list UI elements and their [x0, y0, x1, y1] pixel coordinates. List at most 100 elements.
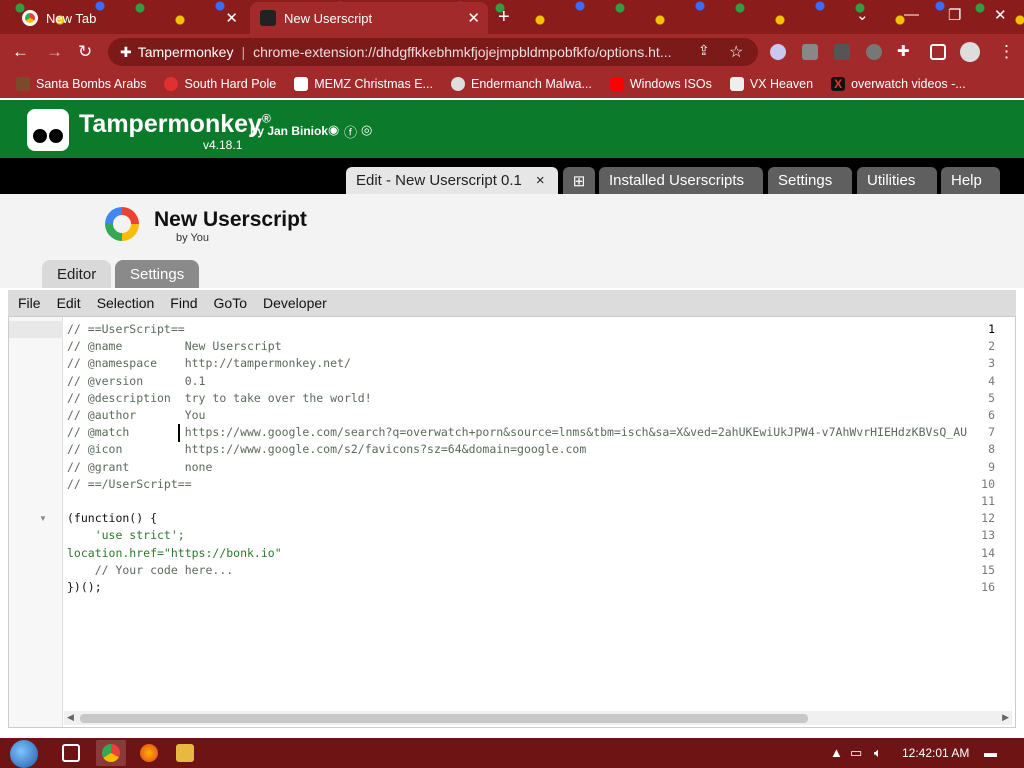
- menu-edit[interactable]: Edit: [57, 295, 81, 311]
- tab-label: New Userscript: [284, 10, 373, 26]
- tampermonkey-extension-icon[interactable]: [834, 44, 850, 60]
- kebab-menu-icon[interactable]: ⋮: [998, 42, 1015, 62]
- extension-name: Tampermonkey: [137, 44, 234, 60]
- menu-file[interactable]: File: [18, 295, 41, 311]
- tampermonkey-icon: [260, 10, 276, 26]
- ublock-icon[interactable]: [866, 44, 882, 60]
- line-number: 2: [988, 339, 995, 354]
- close-icon[interactable]: ✕: [467, 9, 480, 27]
- code-line: // @namespace http://tampermonkey.net/: [67, 356, 351, 371]
- window-close-icon[interactable]: ✕: [994, 6, 1007, 24]
- tampermonkey-logo-icon: [27, 109, 69, 151]
- code-line: })();: [67, 580, 102, 594]
- line-number: 10: [981, 476, 995, 491]
- extension-icon[interactable]: [770, 44, 786, 60]
- tab-settings[interactable]: Settings: [768, 167, 852, 194]
- clock[interactable]: 12:42:01 AM: [902, 746, 969, 760]
- firefox-icon[interactable]: [140, 744, 158, 762]
- browser-toolbar: ← → ↻ ✚ Tampermonkey | chrome-extension:…: [0, 34, 1024, 70]
- code-line: // @author You: [67, 408, 206, 422]
- code-line: // ==/UserScript==: [67, 476, 192, 491]
- bookmark-favicon-icon: [16, 77, 30, 91]
- tampermonkey-nav: Edit - New Userscript 0.1 × ⊞ Installed …: [0, 158, 1024, 194]
- tray-chevron-icon[interactable]: ▲: [830, 745, 843, 760]
- instagram-icon[interactable]: ◎: [361, 122, 372, 138]
- tab-help[interactable]: Help: [941, 167, 1000, 194]
- bookmark-favicon-icon: [729, 77, 744, 91]
- bookmark-favicon-icon: [164, 77, 179, 91]
- tab-edit-userscript[interactable]: Edit - New Userscript 0.1 ×: [346, 167, 558, 194]
- tampermonkey-header: Tampermonkey® by Jan Biniok v4.18.1 ◉ ⓕ …: [0, 100, 1024, 158]
- menu-selection[interactable]: Selection: [97, 295, 155, 311]
- bookmark-label: overwatch videos -...: [851, 77, 966, 91]
- tab-search-chevron-icon[interactable]: ⌄: [856, 6, 869, 24]
- volume-icon[interactable]: 🔈︎: [874, 745, 882, 761]
- profile-avatar[interactable]: [960, 42, 980, 62]
- task-view-icon[interactable]: [62, 744, 80, 762]
- bookmark-item[interactable]: Windows ISOs: [609, 77, 712, 91]
- new-script-button[interactable]: ⊞: [563, 167, 595, 194]
- app-title: Tampermonkey®: [79, 110, 271, 138]
- active-line-highlight: [9, 321, 63, 338]
- horizontal-scrollbar[interactable]: ◀ ▶: [64, 711, 1012, 725]
- bookmark-item[interactable]: X overwatch videos -...: [831, 77, 966, 91]
- windows-taskbar: ▲ ▭ 🔈︎ 12:42:01 AM ▬: [0, 738, 1024, 768]
- restore-icon[interactable]: ❐: [948, 6, 961, 24]
- address-bar[interactable]: ✚ Tampermonkey | chrome-extension://dhdg…: [108, 38, 758, 66]
- bookmark-favicon-icon: [294, 77, 309, 91]
- tab-utilities[interactable]: Utilities: [857, 167, 937, 194]
- close-icon[interactable]: ✕: [225, 9, 238, 27]
- forward-icon[interactable]: →: [46, 42, 63, 62]
- bookmark-item[interactable]: South Hard Pole: [164, 77, 276, 91]
- bookmark-item[interactable]: Santa Bombs Arabs: [16, 77, 146, 91]
- bookmarks-bar: Santa Bombs Arabs South Hard Pole MEMZ C…: [0, 70, 1024, 98]
- tab-label: New Tab: [46, 10, 97, 26]
- subtab-settings[interactable]: Settings: [115, 260, 200, 288]
- scroll-left-icon[interactable]: ◀: [67, 712, 74, 723]
- line-number: 5: [988, 390, 995, 405]
- tab-new-tab[interactable]: New Tab ✕: [12, 2, 246, 34]
- bookmark-label: Santa Bombs Arabs: [36, 77, 147, 91]
- new-tab-plus-icon[interactable]: +: [498, 6, 510, 29]
- chrome-icon: [22, 10, 38, 26]
- extension-icon[interactable]: [802, 44, 818, 60]
- bookmark-favicon-icon: [450, 77, 465, 91]
- x-favicon-icon: X: [831, 77, 846, 91]
- bookmark-item[interactable]: MEMZ Christmas E...: [294, 77, 433, 91]
- code-line: // Your code here...: [67, 562, 234, 577]
- notifications-icon[interactable]: ▬: [984, 745, 997, 760]
- share-icon[interactable]: ⇪: [698, 42, 710, 59]
- code-editor[interactable]: 1 // ==UserScript== 2 // @name New Userscri…: [8, 316, 1016, 728]
- side-panel-icon[interactable]: [930, 44, 946, 60]
- close-icon[interactable]: ×: [536, 172, 545, 189]
- code-line: // @match https://www.google.com/search?…: [67, 425, 968, 440]
- bookmark-item[interactable]: VX Heaven: [729, 77, 813, 91]
- line-number: 4: [988, 373, 995, 388]
- network-icon[interactable]: ▭: [850, 745, 862, 761]
- bookmark-item[interactable]: Endermanch Malwa...: [450, 77, 592, 91]
- start-button[interactable]: [10, 740, 38, 768]
- code-line: // @icon https://www.google.com/s2/favic…: [67, 442, 587, 457]
- menu-goto[interactable]: GoTo: [214, 295, 247, 311]
- minimize-icon[interactable]: —: [904, 6, 919, 23]
- subtab-editor[interactable]: Editor: [42, 260, 112, 288]
- line-number: 12: [981, 511, 995, 526]
- file-explorer-icon[interactable]: [176, 744, 194, 762]
- menu-developer[interactable]: Developer: [263, 295, 327, 311]
- tab-new-userscript[interactable]: New Userscript ✕: [250, 2, 488, 34]
- scroll-right-icon[interactable]: ▶: [1002, 712, 1009, 723]
- menu-find[interactable]: Find: [170, 295, 197, 311]
- reload-icon[interactable]: ↻: [78, 42, 92, 62]
- extensions-puzzle-icon[interactable]: ✚: [897, 42, 910, 60]
- code-line: // @description try to take over the wor…: [67, 390, 372, 405]
- fold-arrow-icon[interactable]: ▼: [39, 514, 47, 523]
- back-icon[interactable]: ←: [12, 42, 29, 62]
- tab-installed-userscripts[interactable]: Installed Userscripts: [599, 167, 763, 194]
- code-line: // @version 0.1: [67, 373, 206, 388]
- code-line: (function() {: [67, 511, 158, 526]
- bookmark-star-icon[interactable]: ☆: [729, 42, 743, 62]
- puzzle-icon: ✚: [120, 43, 132, 60]
- facebook-icon[interactable]: ⓕ: [344, 122, 357, 141]
- github-icon[interactable]: ◉: [328, 122, 339, 138]
- scrollbar-thumb[interactable]: [80, 714, 808, 723]
